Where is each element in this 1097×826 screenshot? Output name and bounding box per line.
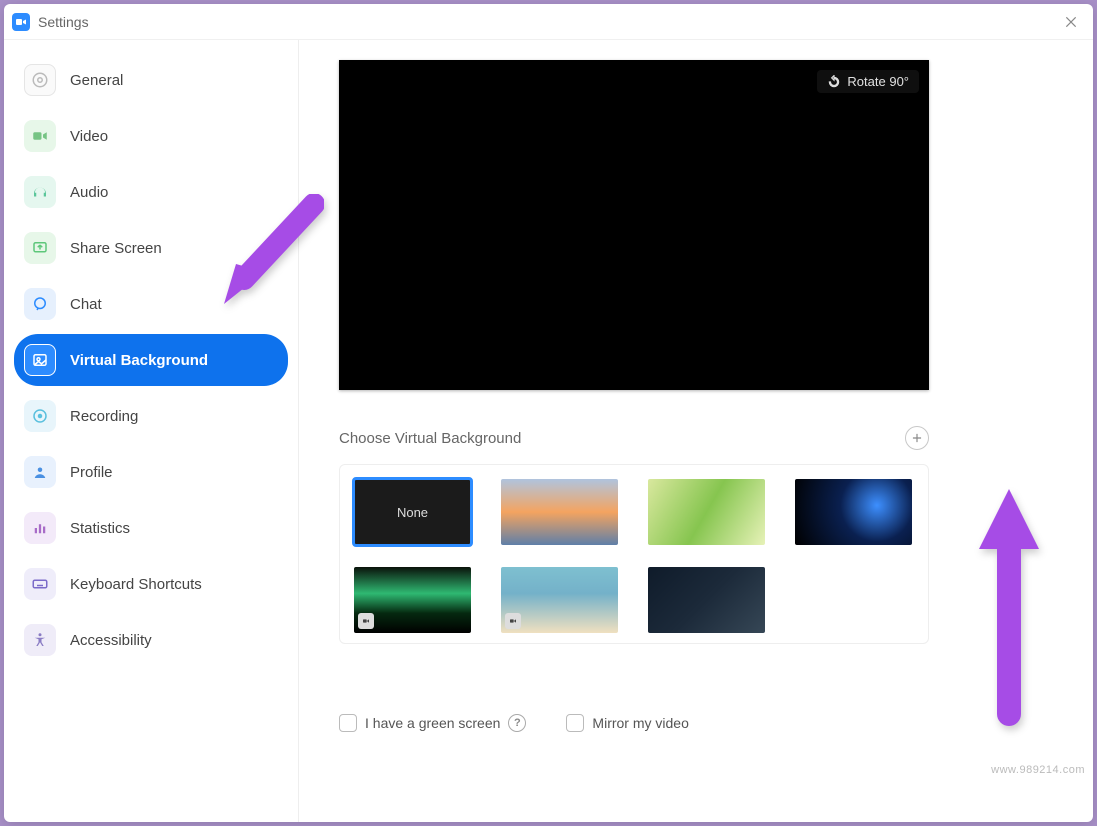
video-badge-icon — [505, 613, 521, 629]
checkbox-icon — [566, 714, 584, 732]
sidebar-item-video[interactable]: Video — [14, 110, 288, 162]
sidebar-item-share-screen[interactable]: Share Screen — [14, 222, 288, 274]
sidebar-item-profile[interactable]: Profile — [14, 446, 288, 498]
bg-none-label: None — [397, 505, 428, 520]
green-screen-label: I have a green screen — [365, 715, 500, 731]
settings-sidebar: General Video Audio Share Screen — [4, 40, 299, 822]
bg-thumb-grass[interactable] — [648, 479, 765, 545]
mirror-label: Mirror my video — [592, 715, 688, 731]
sidebar-item-label: Profile — [70, 464, 113, 481]
info-icon[interactable]: ? — [508, 714, 526, 732]
sidebar-item-general[interactable]: General — [14, 54, 288, 106]
sidebar-item-keyboard-shortcuts[interactable]: Keyboard Shortcuts — [14, 558, 288, 610]
accessibility-icon — [24, 624, 56, 656]
rotate-label: Rotate 90° — [847, 74, 909, 89]
chat-icon — [24, 288, 56, 320]
vbg-section-header: Choose Virtual Background — [339, 426, 929, 450]
sidebar-item-chat[interactable]: Chat — [14, 278, 288, 330]
bg-thumb-bridge[interactable] — [501, 479, 618, 545]
mirror-video-checkbox[interactable]: Mirror my video — [566, 714, 688, 732]
video-badge-icon — [358, 613, 374, 629]
green-screen-checkbox[interactable]: I have a green screen ? — [339, 714, 526, 732]
sidebar-item-statistics[interactable]: Statistics — [14, 502, 288, 554]
sidebar-item-label: Statistics — [70, 520, 130, 537]
sidebar-item-label: Share Screen — [70, 240, 162, 257]
sidebar-item-label: Video — [70, 128, 108, 145]
main-panel: Rotate 90° Choose Virtual Background Non… — [299, 40, 1093, 822]
sidebar-item-label: Recording — [70, 408, 138, 425]
settings-icon — [24, 64, 56, 96]
watermark-text: www.989214.com — [991, 764, 1085, 776]
rotate-button[interactable]: Rotate 90° — [817, 70, 919, 93]
settings-window: Settings General Video — [4, 4, 1093, 822]
virtual-background-icon — [24, 344, 56, 376]
bg-thumb-custom[interactable] — [648, 567, 765, 633]
vbg-section-title: Choose Virtual Background — [339, 430, 521, 447]
sidebar-item-label: Keyboard Shortcuts — [70, 576, 202, 593]
sidebar-item-recording[interactable]: Recording — [14, 390, 288, 442]
video-preview: Rotate 90° — [339, 60, 929, 390]
sidebar-item-audio[interactable]: Audio — [14, 166, 288, 218]
checkbox-icon — [339, 714, 357, 732]
app-icon — [12, 13, 30, 31]
profile-icon — [24, 456, 56, 488]
sidebar-item-virtual-background[interactable]: Virtual Background — [14, 334, 288, 386]
statistics-icon — [24, 512, 56, 544]
vbg-options: I have a green screen ? Mirror my video — [339, 714, 1053, 732]
window-title: Settings — [38, 14, 1057, 30]
sidebar-item-label: Audio — [70, 184, 108, 201]
sidebar-item-label: Virtual Background — [70, 352, 208, 369]
sidebar-item-label: Chat — [70, 296, 102, 313]
add-background-button[interactable] — [905, 426, 929, 450]
sidebar-item-accessibility[interactable]: Accessibility — [14, 614, 288, 666]
bg-thumb-aurora-video[interactable] — [354, 567, 471, 633]
recording-icon — [24, 400, 56, 432]
close-button[interactable] — [1057, 8, 1085, 36]
bg-thumb-earth[interactable] — [795, 479, 912, 545]
share-screen-icon — [24, 232, 56, 264]
headphones-icon — [24, 176, 56, 208]
keyboard-icon — [24, 568, 56, 600]
sidebar-item-label: General — [70, 72, 123, 89]
bg-thumb-beach-video[interactable] — [501, 567, 618, 633]
sidebar-item-label: Accessibility — [70, 632, 152, 649]
video-icon — [24, 120, 56, 152]
background-thumbnails: None — [339, 464, 929, 644]
bg-thumb-none[interactable]: None — [354, 479, 471, 545]
titlebar: Settings — [4, 4, 1093, 40]
